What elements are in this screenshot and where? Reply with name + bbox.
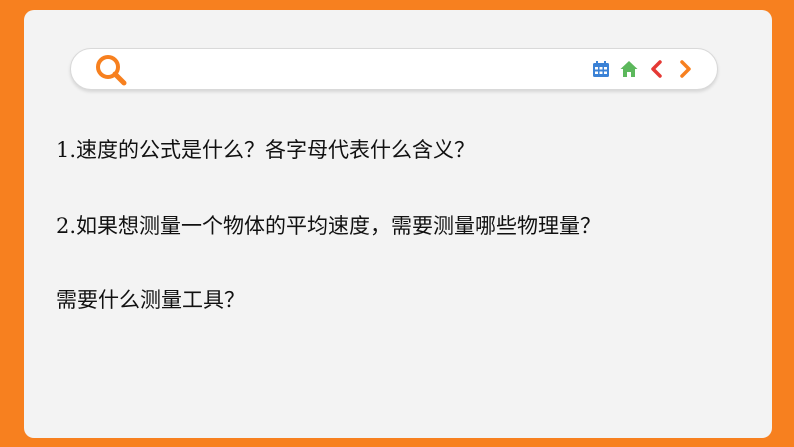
home-icon[interactable]: [619, 59, 639, 79]
question-2: 2.如果想测量一个物体的平均速度，需要测量哪些物理量？: [56, 214, 602, 238]
chevron-left-icon[interactable]: [647, 59, 667, 79]
question-3: 需要什么测量工具？: [56, 288, 245, 312]
calendar-icon[interactable]: [591, 59, 611, 79]
search-icon[interactable]: [93, 52, 129, 88]
question-1: 1.速度的公式是什么？各字母代表什么含义？: [56, 138, 476, 162]
toolbar: [591, 57, 695, 81]
slide-card: 1.速度的公式是什么？各字母代表什么含义？ 2.如果想测量一个物体的平均速度，需…: [24, 10, 772, 438]
chevron-right-icon[interactable]: [675, 59, 695, 79]
search-bar[interactable]: [70, 48, 718, 90]
